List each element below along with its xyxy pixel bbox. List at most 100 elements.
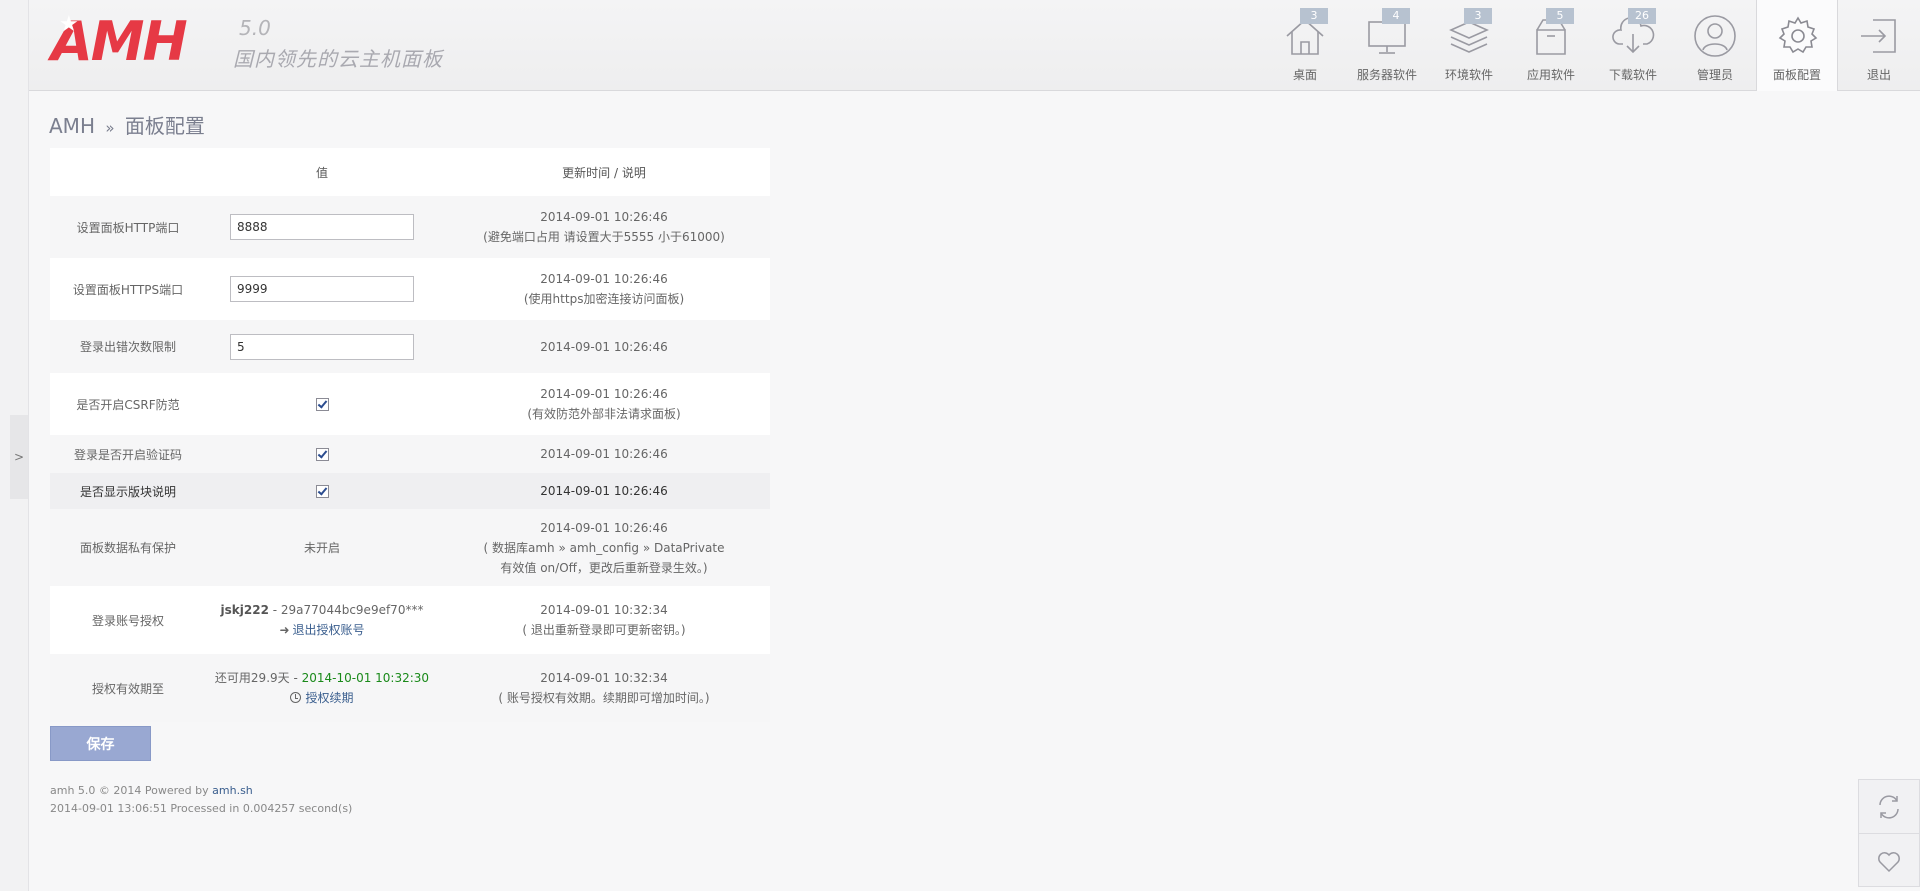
nav-label: 环境软件 <box>1444 68 1493 82</box>
row-value: 还可用29.9天 - 2014-10-01 10:32:30 授权续期 <box>206 654 438 722</box>
sidebar-toggle-button[interactable]: > <box>10 415 28 499</box>
module-desc-checkbox[interactable] <box>315 485 329 498</box>
breadcrumb-root[interactable]: AMH <box>49 114 95 138</box>
account-info: jskj222 - 29a77044bc9e9ef70*** <box>206 600 438 620</box>
row-time: 2014-09-01 10:26:46 <box>540 272 668 286</box>
logo-version: 5.0 <box>239 16 271 40</box>
top-nav: 3 桌面 4 服务器软件 3 环境软件 5 应用软件 26 下载软件 管理员 面… <box>1264 0 1920 91</box>
row-value <box>206 373 438 435</box>
row-desc: 2014-09-01 10:32:34 ( 退出重新登录即可更新密钥。) <box>438 586 770 654</box>
row-time: 2014-09-01 10:26:46 <box>540 387 668 401</box>
nav-download-software[interactable]: 26 下载软件 <box>1592 0 1674 90</box>
row-value: jskj222 - 29a77044bc9e9ef70*** ➜ 退出授权账号 <box>206 586 438 654</box>
row-label: 是否显示版块说明 <box>50 473 206 509</box>
row-time: 2014-09-01 10:32:34 <box>540 603 668 617</box>
side-tools <box>1858 779 1920 887</box>
nav-desktop[interactable]: 3 桌面 <box>1264 0 1346 90</box>
nav-badge: 4 <box>1382 8 1410 24</box>
config-table: 值 更新时间 / 说明 设置面板HTTP端口 2014-09-01 10:26:… <box>50 148 770 722</box>
row-desc: 2014-09-01 10:26:46 ( 数据库amh » amh_confi… <box>438 509 770 586</box>
gear-icon <box>1774 12 1822 60</box>
table-row: 登录出错次数限制 2014-09-01 10:26:46 <box>50 320 770 373</box>
row-value <box>206 473 438 509</box>
row-time: 2014-09-01 10:26:46 <box>540 447 668 461</box>
http-port-input[interactable] <box>230 214 414 240</box>
heart-icon <box>1878 851 1900 872</box>
nav-admin[interactable]: 管理员 <box>1674 0 1756 90</box>
table-header-label <box>50 148 206 196</box>
row-note: (避免端口占用 请设置大于5555 小于61000) <box>483 230 725 244</box>
row-desc: 2014-09-01 10:26:46 (使用https加密连接访问面板) <box>438 258 770 320</box>
nav-label: 管理员 <box>1696 68 1733 82</box>
refresh-button[interactable] <box>1859 780 1919 833</box>
nav-label: 面板配置 <box>1772 68 1821 82</box>
row-value <box>206 320 438 373</box>
nav-env-software[interactable]: 3 环境软件 <box>1428 0 1510 90</box>
row-label: 是否开启CSRF防范 <box>76 397 180 412</box>
amh-link[interactable]: amh.sh <box>212 784 253 797</box>
logo[interactable]: AMH ★ 5.0 国内领先的云主机面板 <box>51 12 451 80</box>
row-note: (有效防范外部非法请求面板) <box>527 407 681 421</box>
logout-account-label: 退出授权账号 <box>292 623 365 637</box>
favorite-button[interactable] <box>1859 833 1919 887</box>
table-row: 授权有效期至 还可用29.9天 - 2014-10-01 10:32:30 授权… <box>50 654 770 722</box>
login-limit-input[interactable] <box>230 333 414 360</box>
row-label: 设置面板HTTP端口 <box>50 196 206 258</box>
https-port-input[interactable] <box>230 276 414 302</box>
row-label: 授权有效期至 <box>50 654 206 722</box>
table-header-value: 值 <box>315 165 328 180</box>
row-note: ( 数据库amh » amh_config » DataPrivate <box>483 540 725 555</box>
footer: amh 5.0 © 2014 Powered by amh.sh 2014-09… <box>50 782 352 818</box>
nav-panel-config[interactable]: 面板配置 <box>1756 0 1838 91</box>
renew-link[interactable]: 授权续期 <box>206 688 438 708</box>
row-time: 2014-09-01 10:26:46 <box>540 210 668 224</box>
row-desc: 2014-09-01 10:26:46 (有效防范外部非法请求面板) <box>438 373 770 435</box>
row-time: 2014-09-01 10:26:46 <box>540 484 668 498</box>
row-label: 登录是否开启验证码 <box>50 435 206 473</box>
table-header-row: 值 更新时间 / 说明 <box>50 148 770 196</box>
nav-label: 服务器软件 <box>1356 68 1417 82</box>
table-row: 面板数据私有保护 未开启 2014-09-01 10:26:46 ( 数据库am… <box>50 509 770 586</box>
row-note: (使用https加密连接访问面板) <box>523 292 685 306</box>
table-row: 登录账号授权 jskj222 - 29a77044bc9e9ef70*** ➜ 退… <box>50 586 770 654</box>
expiry-info: 还可用29.9天 - 2014-10-01 10:32:30 <box>206 668 438 688</box>
nav-logout[interactable]: 退出 <box>1838 0 1920 90</box>
logout-account-link[interactable]: ➜ 退出授权账号 <box>206 620 438 640</box>
footer-powered: amh 5.0 © 2014 Powered by <box>50 784 213 797</box>
nav-badge: 26 <box>1628 8 1656 24</box>
row-note: ( 退出重新登录即可更新密钥。) <box>522 623 686 637</box>
breadcrumb: AMH » 面板配置 <box>49 110 205 139</box>
table-header-desc: 更新时间 / 说明 <box>562 165 646 180</box>
save-button[interactable]: 保存 <box>50 726 151 761</box>
captcha-checkbox[interactable] <box>315 448 329 461</box>
nav-label: 退出 <box>1866 68 1891 82</box>
row-time: 2014-09-01 10:32:34 <box>540 671 668 685</box>
nav-badge: 3 <box>1464 8 1492 24</box>
row-time: 2014-09-01 10:26:46 <box>540 520 668 535</box>
arrow-right-icon: ➜ <box>279 623 290 637</box>
logo-slogan: 国内领先的云主机面板 <box>233 47 443 71</box>
logout-icon <box>1855 12 1903 60</box>
row-desc: 2014-09-01 10:26:46 <box>438 320 770 373</box>
row-time: 2014-09-01 10:26:46 <box>540 339 668 354</box>
user-icon <box>1691 12 1739 60</box>
row-note: 有效值 on/Off，更改后重新登录生效。) <box>500 560 708 575</box>
csrf-checkbox[interactable] <box>315 398 329 411</box>
nav-server-software[interactable]: 4 服务器软件 <box>1346 0 1428 90</box>
table-row: 是否开启CSRF防范 2014-09-01 10:26:46 (有效防范外部非法… <box>50 373 770 435</box>
expiry-remaining: 还可用29.9天 - <box>214 671 302 685</box>
clock-icon <box>290 692 302 703</box>
renew-label: 授权续期 <box>305 691 354 705</box>
refresh-icon <box>1879 794 1899 819</box>
expiry-date: 2014-10-01 10:32:30 <box>301 671 430 685</box>
table-row: 设置面板HTTPS端口 2014-09-01 10:26:46 (使用https… <box>50 258 770 320</box>
table-row: 登录是否开启验证码 2014-09-01 10:26:46 <box>50 435 770 473</box>
table-row: 设置面板HTTP端口 2014-09-01 10:26:46 (避免端口占用 请… <box>50 196 770 258</box>
row-value <box>206 196 438 258</box>
account-username: jskj222 <box>220 603 269 617</box>
breadcrumb-current: 面板配置 <box>124 114 205 138</box>
nav-app-software[interactable]: 5 应用软件 <box>1510 0 1592 90</box>
row-label: 设置面板HTTPS端口 <box>72 282 184 297</box>
logo-star-icon: ★ <box>59 12 79 37</box>
nav-badge: 5 <box>1546 8 1574 24</box>
